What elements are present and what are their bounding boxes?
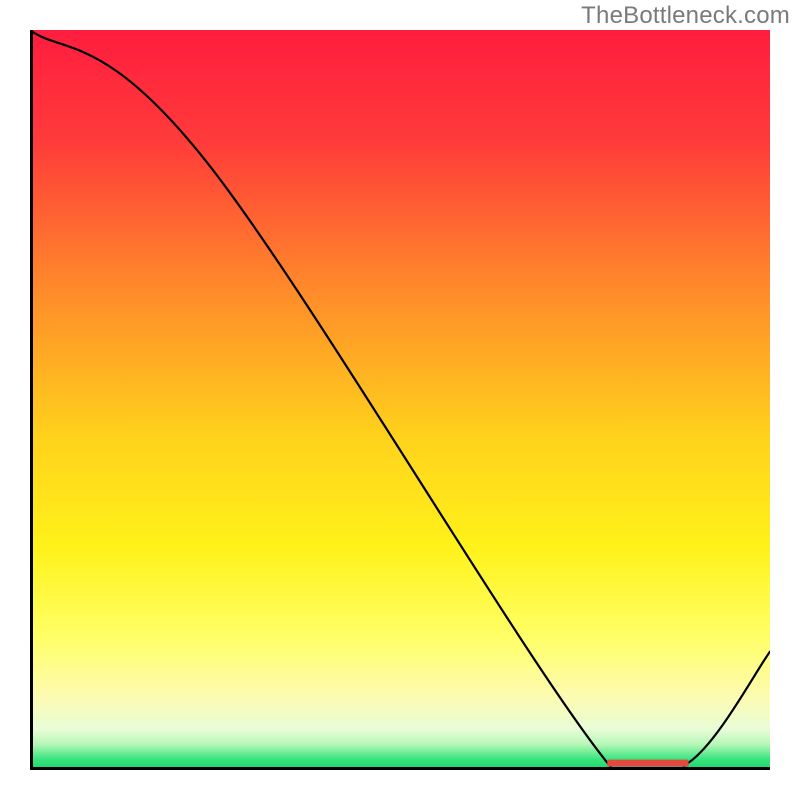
chart-svg — [30, 30, 770, 770]
chart-viewport: TheBottleneck.com — [0, 0, 800, 800]
baseline-marker — [607, 760, 688, 767]
plot-area — [30, 30, 770, 770]
gradient-rect — [30, 30, 770, 770]
watermark-text: TheBottleneck.com — [581, 2, 790, 30]
